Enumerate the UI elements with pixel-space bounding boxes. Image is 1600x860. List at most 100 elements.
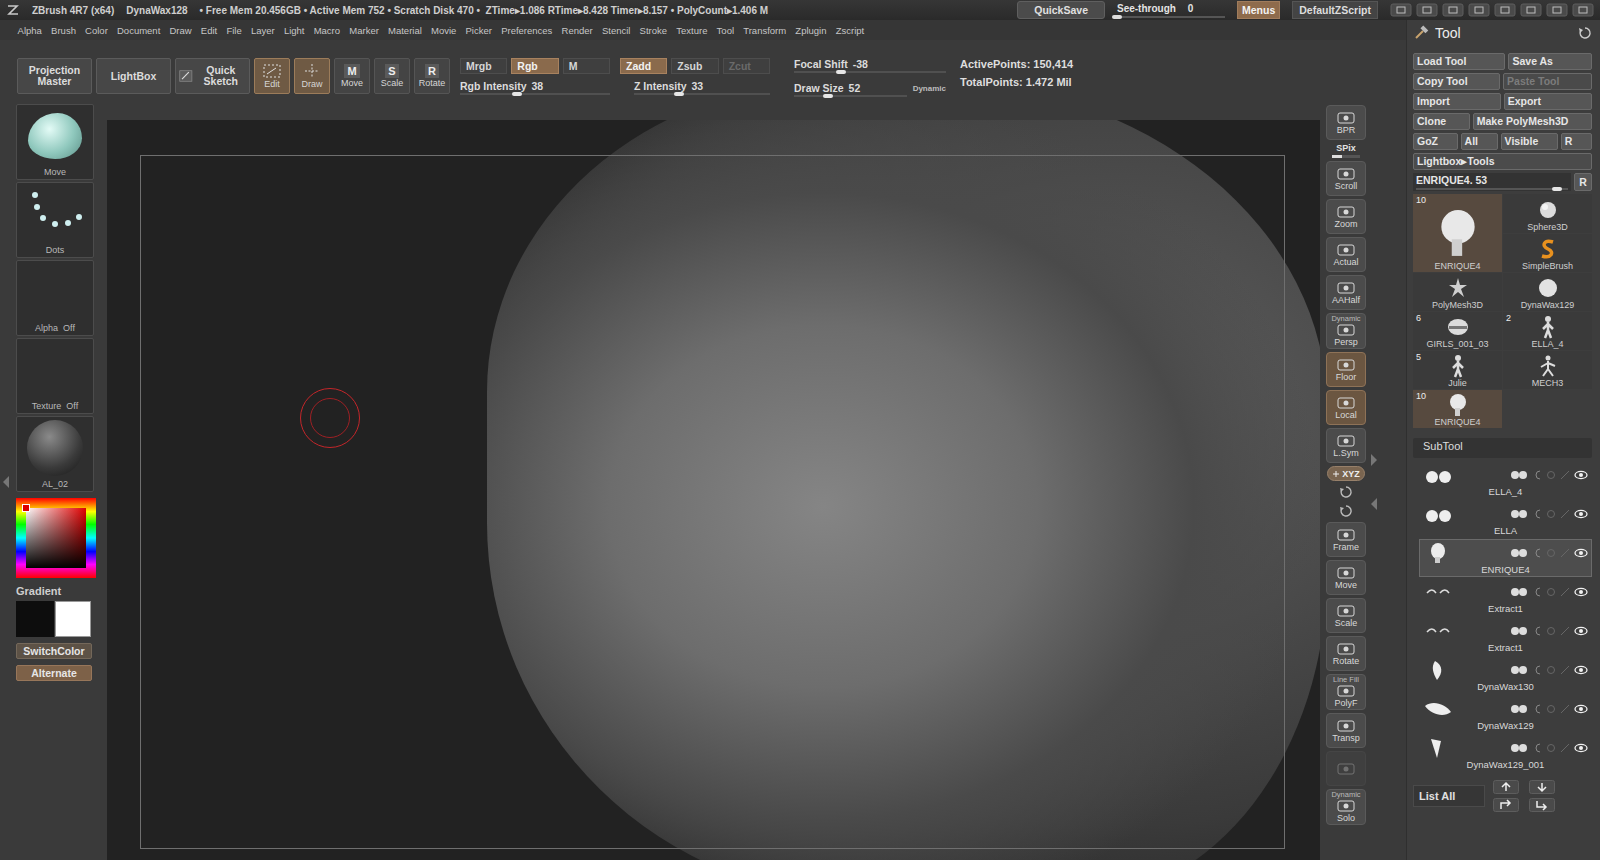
solo-toggle-icon[interactable] [1560,509,1570,519]
boolean-toggle-icon[interactable] [1546,626,1556,636]
shelf-button[interactable]: LightBox [96,58,171,94]
merge-toggle-icon[interactable] [1532,470,1542,480]
tool-button[interactable]: GoZ [1413,133,1458,150]
tool-button[interactable]: Copy Tool [1413,73,1500,90]
quicksave-button[interactable]: QuickSave [1017,1,1105,19]
expand-arrow-icon[interactable] [1370,497,1378,511]
window-control-icon[interactable] [1468,3,1490,17]
menus-button[interactable]: Menus [1237,1,1280,19]
rotate-axis-icon[interactable] [1338,503,1354,519]
polypaint-toggle-icon[interactable] [1510,704,1528,714]
mode-button[interactable]: SScale [374,58,410,94]
shelf-button[interactable]: Projection Master [17,58,92,94]
mode-button[interactable]: RRotate [414,58,450,94]
solo-toggle-icon[interactable] [1560,704,1570,714]
tool-button[interactable]: Paste Tool [1503,73,1592,90]
merge-toggle-icon[interactable] [1532,587,1542,597]
tool-button[interactable]: All [1461,133,1498,150]
menu-item[interactable]: Document [112,25,165,36]
merge-toggle-icon[interactable] [1532,665,1542,675]
solo-toggle-icon[interactable] [1560,626,1570,636]
dynamic-toggle[interactable]: Dynamic [913,82,946,93]
color-swatch[interactable] [16,601,54,637]
see-through-thumb[interactable] [1112,15,1122,19]
menu-item[interactable]: Tool [712,25,739,36]
right-tray-handle[interactable] [1367,104,1406,860]
eye-icon[interactable] [1574,665,1588,675]
boolean-toggle-icon[interactable] [1546,665,1556,675]
shelf-tile[interactable]: AL_02 [16,416,94,492]
tool-button[interactable]: R [1561,133,1592,150]
solo-toggle-icon[interactable] [1560,587,1570,597]
left-tray-handle[interactable] [0,104,12,860]
menu-item[interactable]: Texture [672,25,712,36]
view-button[interactable]: Local [1326,390,1366,425]
tool-button[interactable]: Save As [1508,53,1592,70]
menu-item[interactable]: Draw [165,25,196,36]
picker-marker[interactable] [22,504,30,512]
polypaint-toggle-icon[interactable] [1510,548,1528,558]
arrow-up-icon[interactable] [1493,780,1519,794]
spix-slider[interactable]: SPix [1326,143,1366,158]
view-button[interactable]: Actual [1326,237,1366,272]
merge-toggle-icon[interactable] [1532,743,1542,753]
menu-item[interactable]: Zplugin [791,25,831,36]
solo-toggle-icon[interactable] [1560,470,1570,480]
menu-item[interactable]: Material [383,25,426,36]
window-control-icon[interactable] [1546,3,1568,17]
merge-toggle-icon[interactable] [1532,548,1542,558]
tool-item[interactable]: 2ELLA_4 [1503,312,1592,350]
tool-item[interactable]: PolyMesh3D [1413,273,1502,311]
mode-button[interactable]: Draw [294,58,330,94]
arrow-down-icon[interactable] [1529,780,1555,794]
reset-icon[interactable] [1578,26,1592,40]
channel-button[interactable]: Zsub [671,58,718,74]
subtool-row[interactable]: DynaWax129_001 [1419,734,1592,772]
tool-item[interactable]: 5Julie [1413,351,1502,389]
merge-toggle-icon[interactable] [1532,626,1542,636]
menu-item[interactable]: Movie [426,25,461,36]
collapse-arrow-icon[interactable] [1370,453,1378,467]
tool-button[interactable]: Make PolyMesh3D [1473,113,1592,130]
gradient-label[interactable]: Gradient [16,585,61,597]
merge-toggle-icon[interactable] [1532,509,1542,519]
boolean-toggle-icon[interactable] [1546,704,1556,714]
color-swatch[interactable] [55,601,91,637]
solo-toggle-icon[interactable] [1560,548,1570,558]
subtool-row[interactable]: DynaWax129 [1419,695,1592,733]
subtool-row[interactable]: Extract1 [1419,578,1592,616]
switch-color-button[interactable]: SwitchColor [16,643,92,659]
merge-toggle-icon[interactable] [1532,704,1542,714]
boolean-toggle-icon[interactable] [1546,587,1556,597]
polypaint-toggle-icon[interactable] [1510,743,1528,753]
subtool-row[interactable]: Extract1 [1419,617,1592,655]
channel-button[interactable]: Zcut [723,58,770,74]
tool-item[interactable]: Sphere3D [1503,194,1592,233]
menu-item[interactable]: Stencil [597,25,635,36]
view-button[interactable]: DynamicSolo [1326,789,1366,825]
view-button[interactable]: Move [1326,560,1366,595]
tool-button[interactable]: Load Tool [1413,53,1505,70]
eye-icon[interactable] [1574,509,1588,519]
tool-button[interactable]: Clone [1413,113,1470,130]
view-button[interactable]: DynamicPersp [1326,313,1366,349]
reset-tool-button[interactable]: R [1574,173,1592,191]
subtool-row[interactable]: DynaWax130 [1419,656,1592,694]
shelf-slider[interactable]: Draw Size52 [794,82,907,101]
menu-item[interactable]: Picker [461,25,497,36]
view-button[interactable]: Scale [1326,598,1366,633]
tool-item[interactable]: SimpleBrush [1503,234,1592,273]
rotate-axis-icon[interactable] [1338,484,1354,500]
window-control-icon[interactable] [1494,3,1516,17]
menu-item[interactable]: Render [557,25,597,36]
xyz-toggle[interactable]: XYZ [1327,466,1365,481]
shelf-tile[interactable]: Alpha Off [16,260,94,336]
view-button[interactable] [1326,751,1366,786]
polypaint-toggle-icon[interactable] [1510,509,1528,519]
see-through-slider[interactable]: See-through0 [1117,3,1225,18]
window-control-icon[interactable] [1442,3,1464,17]
color-picker[interactable] [16,498,96,578]
mode-button[interactable]: Edit [254,58,290,94]
eye-icon[interactable] [1574,587,1588,597]
view-button[interactable]: L.Sym [1326,428,1366,463]
